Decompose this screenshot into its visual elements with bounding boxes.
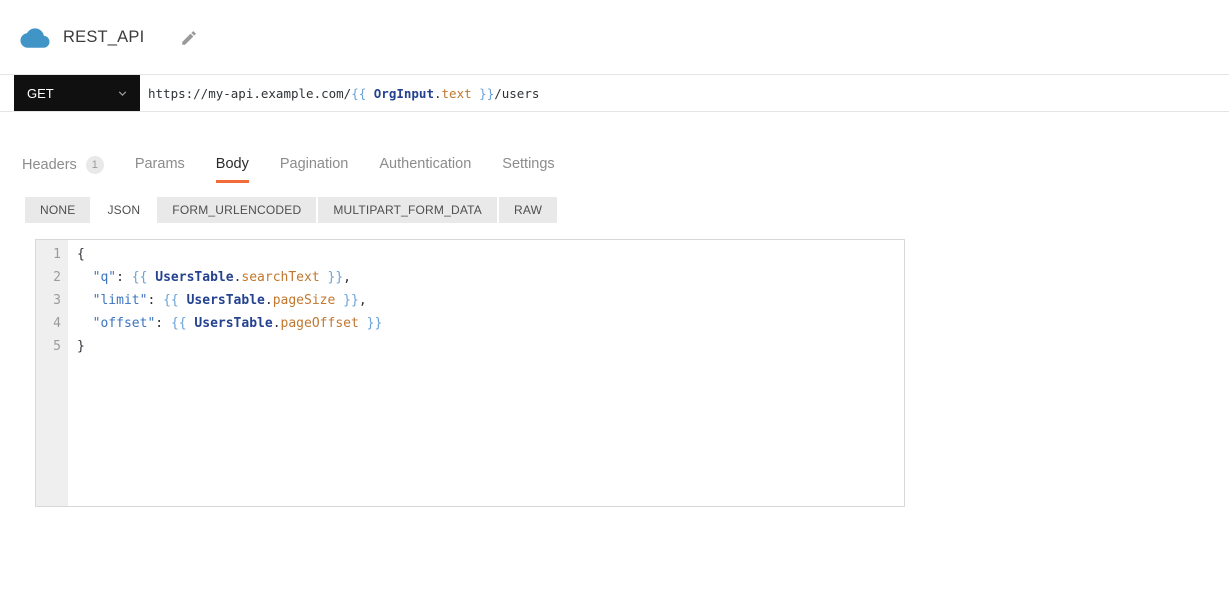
line-number: 3 bbox=[53, 293, 61, 308]
method-label: GET bbox=[27, 85, 54, 101]
code-token: , bbox=[343, 270, 351, 285]
code-token: searchText bbox=[241, 270, 320, 285]
tab-label: Settings bbox=[502, 156, 555, 172]
request-tabs: Headers 1 Params Body Pagination Authenticati… bbox=[22, 156, 555, 185]
code-token: . bbox=[264, 293, 273, 308]
code-line: { bbox=[77, 243, 904, 266]
tab-label: Body bbox=[215, 156, 249, 172]
code-line: "limit": {{ UsersTable.pageSize }}, bbox=[77, 289, 904, 312]
code-editor[interactable]: 12345 { "q": {{ UsersTable.searchText }}… bbox=[35, 239, 905, 507]
code-token: : bbox=[155, 316, 171, 331]
body-type-json[interactable]: JSON bbox=[92, 197, 156, 223]
request-bar: GET https://my-api.example.com/{{ OrgInp… bbox=[0, 74, 1229, 112]
code-token: , bbox=[358, 293, 367, 308]
body-type-tabs: NONE JSON FORM_URLENCODED MULTIPART_FORM_DA… bbox=[25, 197, 559, 223]
code-token: OrgInput bbox=[373, 85, 434, 101]
tab-authentication[interactable]: Authentication bbox=[379, 156, 471, 183]
code-token: /users bbox=[494, 85, 540, 101]
code-line: "offset": {{ UsersTable.pageOffset }} bbox=[77, 312, 904, 335]
code-token: { bbox=[77, 247, 85, 262]
chevron-down-icon bbox=[118, 90, 127, 96]
line-number: 4 bbox=[53, 316, 61, 331]
code-token: }} bbox=[319, 270, 344, 285]
code-token: "offset" bbox=[92, 316, 156, 331]
code-token: pageSize bbox=[272, 293, 336, 308]
code-token: . bbox=[272, 316, 281, 331]
code-token: {{ bbox=[131, 270, 156, 285]
code-token: : bbox=[147, 293, 164, 308]
line-number: 2 bbox=[53, 270, 61, 285]
tab-label: Pagination bbox=[279, 156, 349, 172]
code-token: }} bbox=[471, 85, 495, 101]
editor-gutter: 1 2 3 4 5 bbox=[36, 240, 68, 506]
code-token: pageOffset bbox=[280, 316, 359, 331]
code-token: } bbox=[77, 339, 85, 354]
code-token: UsersTable bbox=[186, 293, 265, 308]
code-line: } bbox=[77, 335, 904, 358]
tab-label: Params bbox=[134, 156, 185, 172]
code-token: : bbox=[116, 270, 132, 285]
code-line: "q": {{ UsersTable.searchText }}, bbox=[77, 266, 904, 289]
line-number: 1 bbox=[53, 247, 61, 262]
tab-pagination[interactable]: Pagination bbox=[280, 156, 349, 183]
headers-count-badge: 1 bbox=[85, 156, 104, 174]
tab-headers[interactable]: Headers 1 bbox=[22, 156, 104, 185]
url-input[interactable]: https://my-api.example.com/{{ OrgInput. t… bbox=[148, 75, 1219, 111]
code-token: UsersTable bbox=[194, 316, 273, 331]
pencil-icon[interactable] bbox=[180, 29, 198, 47]
method-dropdown[interactable]: GET bbox=[14, 75, 140, 111]
body-type-none[interactable]: NONE bbox=[25, 197, 91, 223]
code-token: "q" bbox=[92, 270, 117, 285]
line-number: 5 bbox=[53, 339, 61, 354]
code-token: {{ bbox=[163, 293, 187, 308]
editor-code[interactable]: { "q": {{ UsersTable.searchText }}, "lim… bbox=[68, 240, 904, 506]
cloud-icon bbox=[20, 28, 50, 48]
tab-body[interactable]: Body bbox=[215, 156, 249, 183]
api-header: REST_API bbox=[20, 26, 198, 49]
code-token: . bbox=[434, 85, 442, 101]
body-type-raw[interactable]: RAW bbox=[499, 197, 558, 223]
code-token: UsersTable bbox=[155, 270, 234, 285]
tab-label: Headers bbox=[22, 157, 77, 173]
code-token: {{ bbox=[351, 85, 374, 101]
tab-params[interactable]: Params bbox=[135, 156, 185, 183]
code-token: }} bbox=[358, 316, 383, 331]
code-token: }} bbox=[335, 293, 359, 308]
page-title: REST_API bbox=[63, 28, 145, 46]
tab-settings[interactable]: Settings bbox=[502, 156, 554, 183]
body-type-form-urlencoded[interactable]: FORM_URLENCODED bbox=[157, 197, 317, 223]
code-token: "limit" bbox=[92, 293, 148, 308]
code-token: https://my-api.example.com/ bbox=[148, 85, 352, 101]
code-token: text bbox=[441, 85, 472, 101]
code-token: {{ bbox=[170, 316, 195, 331]
tab-label: Authentication bbox=[379, 156, 472, 172]
body-type-multipart-form-data[interactable]: MULTIPART_FORM_DATA bbox=[318, 197, 498, 223]
